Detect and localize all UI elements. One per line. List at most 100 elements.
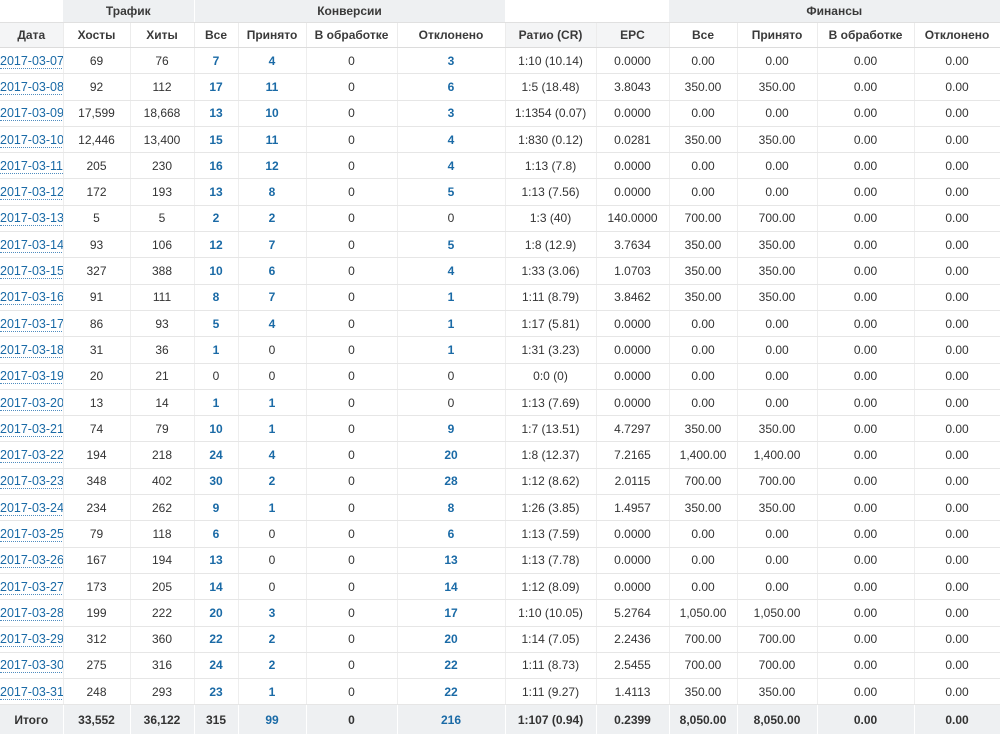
col-conv-rejected-cell[interactable]: 14 xyxy=(397,573,506,601)
col-conv-rejected-cell[interactable]: 1 xyxy=(397,336,506,364)
col-conv-all-cell[interactable]: 24 xyxy=(194,441,239,469)
date-link[interactable]: 2017-03-29 xyxy=(0,632,62,648)
col-conv-rejected-cell[interactable]: 3 xyxy=(397,100,506,127)
col-conv-accepted-cell[interactable]: 4 xyxy=(238,310,307,338)
date-link[interactable]: 2017-03-30 xyxy=(0,658,62,674)
col-conv-rejected-cell[interactable]: 5 xyxy=(397,231,506,259)
col-conv-all-cell[interactable]: 10 xyxy=(194,415,239,443)
date-link[interactable]: 2017-03-21 xyxy=(0,421,62,437)
col-conv-rejected-cell[interactable]: 4 xyxy=(397,257,506,285)
col-conv-rejected-cell[interactable]: 20 xyxy=(397,441,506,469)
col-conv-rejected-cell[interactable]: 6 xyxy=(397,73,506,101)
date-link[interactable]: 2017-03-12 xyxy=(0,185,62,201)
col-fin-pending-header[interactable]: В обработке xyxy=(817,22,915,48)
col-conv-all-cell[interactable]: 30 xyxy=(194,468,239,496)
date-link[interactable]: 2017-03-20 xyxy=(0,395,62,411)
col-conv-all-cell[interactable]: 20 xyxy=(194,599,239,627)
date-link[interactable]: 2017-03-17 xyxy=(0,316,62,332)
col-conv-all-cell[interactable]: 6 xyxy=(194,520,239,548)
col-conv-all-cell[interactable]: 5 xyxy=(194,310,239,338)
date-link[interactable]: 2017-03-15 xyxy=(0,264,62,280)
date-link[interactable]: 2017-03-26 xyxy=(0,553,62,569)
col-conv-accepted-cell[interactable]: 11 xyxy=(238,126,307,154)
date-link[interactable]: 2017-03-24 xyxy=(0,500,62,516)
date-link[interactable]: 2017-03-13 xyxy=(0,211,62,227)
col-conv-accepted-cell[interactable]: 12 xyxy=(238,152,307,180)
col-conv-all-cell[interactable]: 23 xyxy=(194,678,239,706)
col-conv-rejected-cell[interactable]: 9 xyxy=(397,415,506,443)
col-hits-header[interactable]: Хиты xyxy=(130,22,195,48)
col-fin-accepted-header[interactable]: Принято xyxy=(737,22,818,48)
col-conv-accepted-cell[interactable]: 8 xyxy=(238,178,307,206)
col-conv-rejected-cell[interactable]: 13 xyxy=(397,547,506,574)
date-link[interactable]: 2017-03-25 xyxy=(0,526,62,542)
col-conv-rejected-cell[interactable]: 6 xyxy=(397,520,506,548)
date-link[interactable]: 2017-03-14 xyxy=(0,237,62,253)
col-conv-accepted-cell[interactable]: 7 xyxy=(238,284,307,311)
col-conv-accepted-cell[interactable]: 3 xyxy=(238,599,307,627)
date-link[interactable]: 2017-03-08 xyxy=(0,79,62,95)
col-conv-rejected-cell[interactable]: 3 xyxy=(397,47,506,75)
col-conv-all-cell[interactable]: 10 xyxy=(194,257,239,285)
col-conv-accepted-cell[interactable]: 1 xyxy=(238,389,307,417)
col-conv-rejected-cell[interactable]: 20 xyxy=(397,626,506,653)
col-conv-accepted-cell[interactable]: 7 xyxy=(238,231,307,259)
col-conv-all-cell[interactable]: 13 xyxy=(194,547,239,574)
col-conv-accepted-cell[interactable]: 2 xyxy=(238,205,307,233)
date-link[interactable]: 2017-03-31 xyxy=(0,684,62,700)
col-conv-all-cell[interactable]: 15 xyxy=(194,126,239,154)
col-conv-accepted-cell[interactable]: 4 xyxy=(238,47,307,75)
date-link[interactable]: 2017-03-28 xyxy=(0,605,62,621)
col-conv-all-cell[interactable]: 7 xyxy=(194,47,239,75)
col-conv-all-cell[interactable]: 12 xyxy=(194,231,239,259)
col-conv-all-cell[interactable]: 14 xyxy=(194,573,239,601)
col-conv-rejected-cell[interactable]: 1 xyxy=(397,284,506,311)
col-conv-rejected-cell[interactable]: 1 xyxy=(397,310,506,338)
col-conv-rejected-cell[interactable]: 28 xyxy=(397,468,506,496)
date-link[interactable]: 2017-03-18 xyxy=(0,342,62,358)
col-conv-all-cell[interactable]: 8 xyxy=(194,284,239,311)
col-fin-all-header[interactable]: Все xyxy=(669,22,738,48)
col-conv-rejected-header[interactable]: Отклонено xyxy=(397,22,506,48)
col-conv-all-cell[interactable]: 13 xyxy=(194,178,239,206)
col-ratio-header[interactable]: Ратио (CR) xyxy=(505,22,597,48)
col-conv-accepted-cell[interactable]: 4 xyxy=(238,441,307,469)
col-conv-accepted-cell[interactable]: 10 xyxy=(238,100,307,127)
date-link[interactable]: 2017-03-27 xyxy=(0,579,62,595)
col-conv-accepted-cell[interactable]: 2 xyxy=(238,626,307,653)
col-conv-all-cell[interactable]: 13 xyxy=(194,100,239,127)
date-link[interactable]: 2017-03-23 xyxy=(0,474,62,490)
date-link[interactable]: 2017-03-19 xyxy=(0,369,62,385)
col-conv-all-cell[interactable]: 9 xyxy=(194,494,239,522)
date-link[interactable]: 2017-03-10 xyxy=(0,132,62,148)
date-link[interactable]: 2017-03-09 xyxy=(0,106,62,122)
col-conv-all-header[interactable]: Все xyxy=(194,22,239,48)
col-conv-rejected-cell[interactable]: 22 xyxy=(397,678,506,706)
date-link[interactable]: 2017-03-16 xyxy=(0,290,62,306)
date-link[interactable]: 2017-03-07 xyxy=(0,53,62,69)
col-fin-rejected-header[interactable]: Отклонено xyxy=(914,22,1000,48)
col-conv-rejected-cell[interactable]: 22 xyxy=(397,652,506,680)
col-conv-accepted-cell[interactable]: 2 xyxy=(238,468,307,496)
col-conv-all-cell[interactable]: 17 xyxy=(194,73,239,101)
col-conv-accepted-header[interactable]: Принято xyxy=(238,22,307,48)
date-link[interactable]: 2017-03-22 xyxy=(0,448,62,464)
col-conv-rejected-cell[interactable]: 4 xyxy=(397,126,506,154)
col-date-header[interactable]: Дата xyxy=(0,22,64,48)
col-conv-pending-header[interactable]: В обработке xyxy=(306,22,398,48)
col-conv-all-cell[interactable]: 24 xyxy=(194,652,239,680)
col-conv-accepted-cell[interactable]: 1 xyxy=(238,678,307,706)
col-conv-accepted-cell[interactable]: 1 xyxy=(238,494,307,522)
col-conv-rejected-cell[interactable]: 5 xyxy=(397,178,506,206)
col-hosts-header[interactable]: Хосты xyxy=(63,22,131,48)
col-conv-all-cell[interactable]: 22 xyxy=(194,626,239,653)
col-conv-all-cell[interactable]: 2 xyxy=(194,205,239,233)
col-conv-rejected-cell[interactable]: 8 xyxy=(397,494,506,522)
date-link[interactable]: 2017-03-11 xyxy=(0,158,62,174)
col-conv-all-cell[interactable]: 1 xyxy=(194,389,239,417)
col-conv-all-cell[interactable]: 1 xyxy=(194,336,239,364)
col-conv-all-cell[interactable]: 16 xyxy=(194,152,239,180)
col-conv-rejected-cell[interactable]: 17 xyxy=(397,599,506,627)
col-epc-header[interactable]: EPC xyxy=(596,22,670,48)
col-conv-accepted-cell[interactable]: 2 xyxy=(238,652,307,680)
